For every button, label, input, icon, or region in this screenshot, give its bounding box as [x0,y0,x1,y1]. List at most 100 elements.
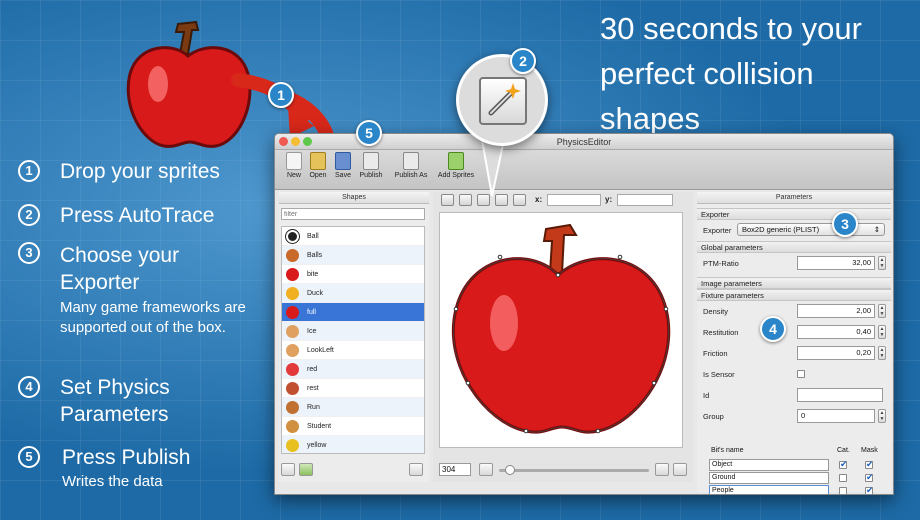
zoom-level-field[interactable]: 304 [439,463,471,476]
group-field[interactable]: 0 [797,409,875,423]
callout-badge-4: 4 [760,316,786,342]
bit-name-field[interactable]: Object [709,459,829,471]
list-item-label: LookLeft [307,346,334,354]
zoom-fit-button[interactable] [673,463,687,476]
zoom-in-button[interactable] [655,463,669,476]
global-parameters-header: Global parameters [697,241,891,253]
friction-stepper[interactable]: ▲ ▼ [878,346,886,360]
delete-tool-button[interactable] [513,194,526,206]
group-label: Group [703,412,724,421]
restitution-stepper[interactable]: ▲ ▼ [878,325,886,339]
list-item[interactable]: Student [282,417,424,436]
ice-thumbnail-icon [286,324,299,338]
shapes-list: Ball Balls bite Duck full Ice LookLeft r… [281,226,425,454]
bits-table-header: Bit's name Cat. Mask [709,447,885,459]
bit-cat-checkbox[interactable] [839,459,848,470]
apple-sprite-icon [451,223,671,434]
list-item[interactable]: Duck [282,284,424,303]
is-sensor-checkbox[interactable] [797,370,805,378]
list-item[interactable]: LookLeft [282,341,424,360]
step-number: 2 [18,204,40,226]
add-shape-button[interactable] [299,463,313,476]
magnifier-callout [456,54,548,146]
list-item-label: Ice [307,327,317,335]
bit-cat-checkbox[interactable] [839,487,847,494]
restitution-field[interactable]: 0,40 [797,325,875,339]
list-item[interactable]: Balls [282,246,424,265]
publish-as-icon [403,152,419,170]
publish-button[interactable]: Publish [357,152,385,179]
step-title: Set Physics Parameters [60,376,170,426]
zoom-slider[interactable] [499,465,649,475]
new-button[interactable]: New [281,152,307,179]
ptm-ratio-field[interactable]: 32,00 [797,256,875,270]
open-button[interactable]: Open [305,152,331,179]
restitution-label: Restitution [703,328,739,337]
bit-name-field[interactable]: Ground [709,472,829,484]
delete-shape-button[interactable] [409,463,423,476]
density-row: Density 2,00 ▲ ▼ [697,301,891,322]
bit-mask-checkbox[interactable] [865,459,874,470]
parameters-panel: Parameters Exporter Exporter Box2D gener… [697,192,891,494]
density-field[interactable]: 2,00 [797,304,875,318]
list-item-label: Run [307,403,320,411]
step-number: 1 [18,160,40,182]
image-parameters-header: Image parameters [697,277,891,289]
density-stepper[interactable]: ▲ ▼ [878,304,886,318]
filter-input[interactable] [281,208,425,220]
save-button[interactable]: Save [331,152,355,179]
publish-as-button[interactable]: Publish As [391,152,431,179]
bit-name-field[interactable]: People [709,485,829,494]
bit-mask-checkbox[interactable] [865,472,874,483]
step-title: Press AutoTrace [60,204,215,227]
zoom-out-button[interactable] [479,463,493,476]
zoom-bar: 304 [439,462,687,478]
exporter-row: Exporter Box2D generic (PLIST) ⇕ [697,220,891,241]
y-input[interactable] [617,194,673,206]
callout-badge-1: 1 [268,82,294,108]
step-title: Press Publish [62,446,191,469]
list-item[interactable]: Ball [282,227,424,246]
density-label: Density [703,307,729,316]
run-thumbnail-icon [286,400,299,414]
list-item-label: Duck [307,289,323,297]
canvas-toolbar: x: y: [437,192,693,208]
list-item[interactable]: bite [282,265,424,284]
duck-thumbnail-icon [286,286,299,300]
exporter-select[interactable]: Box2D generic (PLIST) ⇕ [737,223,885,236]
x-input[interactable] [547,194,601,206]
id-row: Id [697,385,891,406]
list-item[interactable]: red [282,360,424,379]
list-item[interactable]: full [282,303,424,322]
list-item[interactable]: rest [282,379,424,398]
list-item[interactable]: yellow [282,436,424,453]
physicseditor-window: PhysicsEditor New Open Save Publish Publ… [274,133,894,495]
friction-row: Friction 0,20 ▲ ▼ [697,343,891,364]
id-field[interactable] [797,388,883,402]
list-item[interactable]: Run [282,398,424,417]
step-title: Drop your sprites [60,160,220,183]
zoom-slider-handle[interactable] [505,465,515,475]
group-stepper[interactable]: ▲ ▼ [878,409,886,423]
list-item-label: Ball [307,232,319,240]
shapes-panel: Shapes Ball Balls bite Duck full Ice Loo… [279,192,429,482]
publish-icon [363,152,379,170]
ptm-ratio-stepper[interactable]: ▲ ▼ [878,256,886,270]
duplicate-shape-button[interactable] [281,463,295,476]
autotrace-magic-wand-icon [479,77,527,125]
ptm-ratio-row: PTM-Ratio 32,00 ▲ ▼ [697,253,891,277]
exporter-selected-value: Box2D generic (PLIST) [742,225,820,234]
list-item-label: bite [307,270,319,278]
bit-cat-checkbox[interactable] [839,474,847,482]
table-row: Ground [709,472,885,485]
friction-field[interactable]: 0,20 [797,346,875,360]
folder-icon [310,152,326,170]
bit-mask-checkbox[interactable] [865,485,874,494]
collision-bits-table: Bit's name Cat. Mask Object Ground Peopl… [709,447,885,494]
list-item[interactable]: Ice [282,322,424,341]
sprite-canvas[interactable] [439,212,683,448]
parameters-panel-header: Parameters [697,192,891,204]
circle-tool-button[interactable] [441,194,454,206]
add-sprites-button[interactable]: Add Sprites [437,152,475,179]
polygon-tool-button[interactable] [459,194,472,206]
